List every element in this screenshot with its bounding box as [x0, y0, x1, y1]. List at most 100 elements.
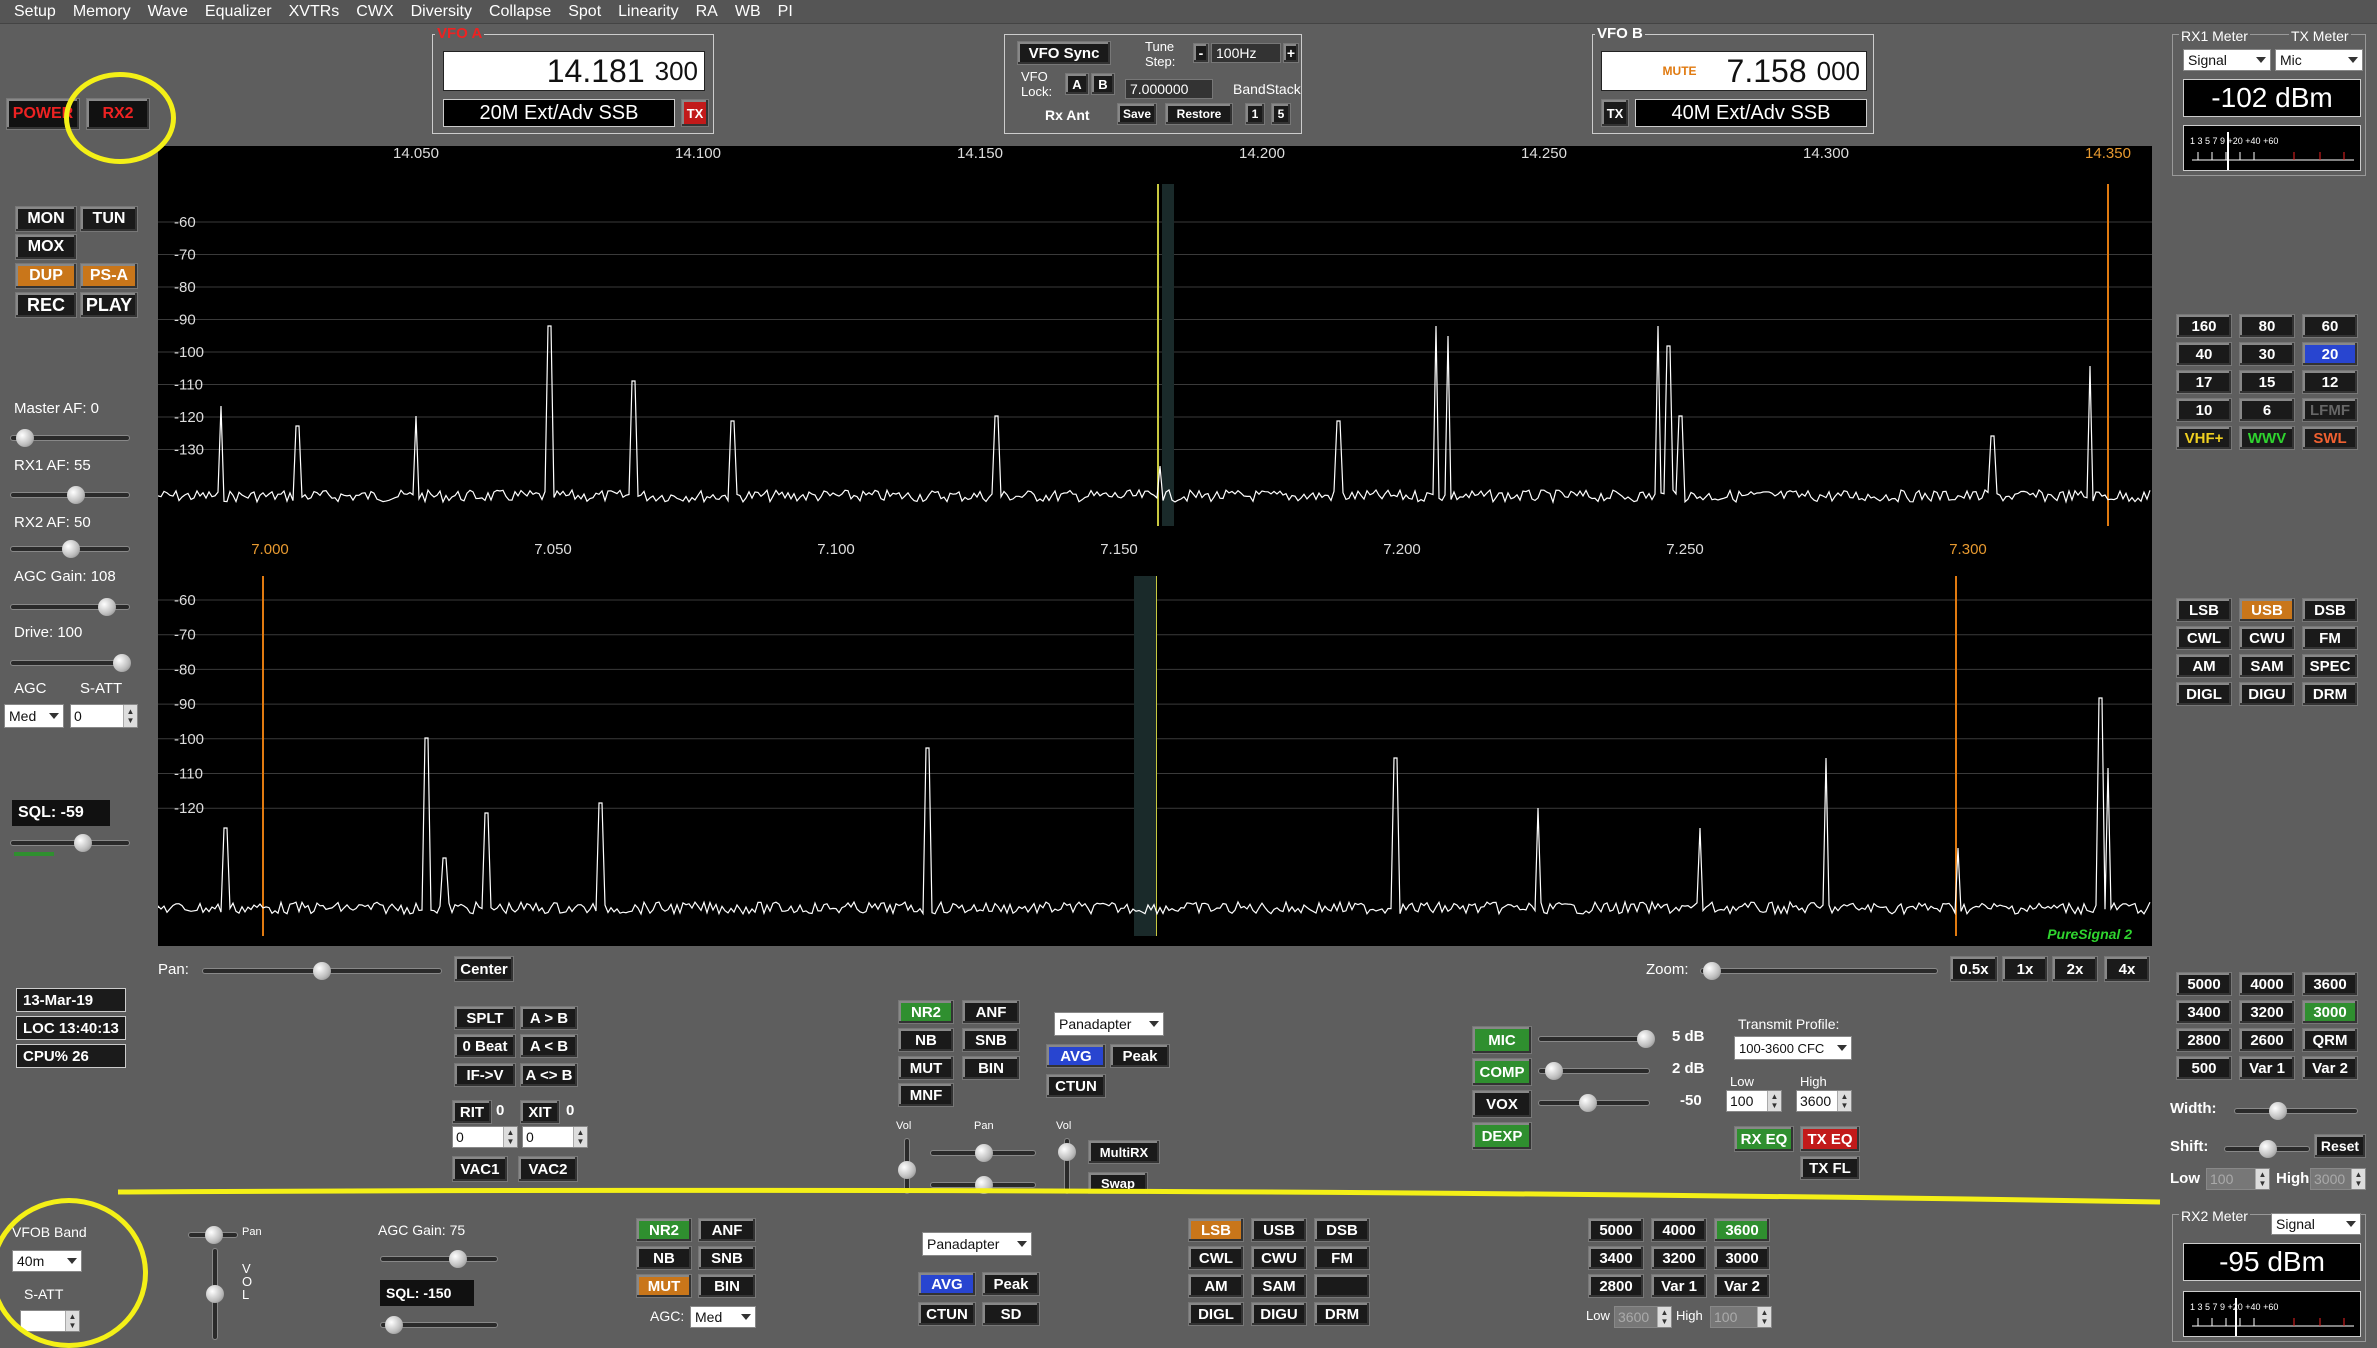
- zoom-4x-button[interactable]: 4x: [2104, 956, 2150, 982]
- rx1-display-select[interactable]: Panadapter: [1054, 1012, 1164, 1036]
- lock-freq-field[interactable]: 7.000000: [1125, 79, 1213, 99]
- rx2-filter-3600-button[interactable]: 3600: [1714, 1218, 1770, 1242]
- rx1-panadapter[interactable]: 14.050 14.100 14.150 14.200 14.250 14.300 14.3…: [157, 145, 2152, 536]
- rx2-anf-button[interactable]: ANF: [698, 1218, 756, 1242]
- rx1-meter-select[interactable]: Signal: [2183, 49, 2271, 71]
- menu-item-memory[interactable]: Memory: [69, 3, 144, 21]
- rit-button[interactable]: RIT: [452, 1100, 492, 1124]
- filter-3600-button[interactable]: 3600: [2302, 972, 2358, 996]
- rx2-filter-var-1-button[interactable]: Var 1: [1651, 1274, 1707, 1298]
- rx2-mode-digu-button[interactable]: DIGU: [1251, 1302, 1307, 1326]
- vox-button[interactable]: VOX: [1472, 1090, 1532, 1118]
- tx-high-field[interactable]: 3600 ▲ ▼: [1796, 1090, 1852, 1112]
- filter-3400-button[interactable]: 3400: [2176, 1000, 2232, 1024]
- menu-item-setup[interactable]: Setup: [10, 3, 69, 21]
- rx2-mode-lsb-button[interactable]: LSB: [1188, 1218, 1244, 1242]
- width-slider[interactable]: [2234, 1102, 2358, 1120]
- band-lfmf-button[interactable]: LFMF: [2302, 398, 2358, 422]
- mode-sam-button[interactable]: SAM: [2239, 654, 2295, 678]
- tx-meter-select[interactable]: Mic: [2275, 49, 2363, 71]
- rx1-af-slider[interactable]: [10, 486, 130, 504]
- menu-item-cwx[interactable]: CWX: [352, 3, 406, 21]
- bandstack-save-button[interactable]: Save: [1117, 103, 1157, 125]
- band-swl-button[interactable]: SWL: [2302, 426, 2358, 450]
- menu-item-wave[interactable]: Wave: [144, 3, 201, 21]
- xit-button[interactable]: XIT: [520, 1100, 560, 1124]
- mode-dsb-button[interactable]: DSB: [2302, 598, 2358, 622]
- spinner-icon[interactable]: ▲ ▼: [1757, 1307, 1771, 1327]
- snb-button[interactable]: SNB: [962, 1028, 1020, 1052]
- zoom-1x-button[interactable]: 1x: [2002, 956, 2048, 982]
- filter-3000-button[interactable]: 3000: [2302, 1000, 2358, 1024]
- zoom-slider[interactable]: [1700, 962, 1938, 980]
- rx2-bin-button[interactable]: BIN: [698, 1274, 756, 1298]
- mode-drm-button[interactable]: DRM: [2302, 682, 2358, 706]
- rx2-filter-3200-button[interactable]: 3200: [1651, 1246, 1707, 1270]
- spinner-icon[interactable]: ▲ ▼: [2351, 1169, 2365, 1189]
- bandstack-1-button[interactable]: 1: [1245, 103, 1265, 125]
- rx2-agc-gain-slider[interactable]: [380, 1250, 498, 1268]
- rx2-mode-fm-button[interactable]: FM: [1314, 1246, 1370, 1270]
- menu-item-equalizer[interactable]: Equalizer: [201, 3, 285, 21]
- swap-ab-button[interactable]: A <> B: [520, 1063, 578, 1087]
- rx2-af-slider[interactable]: [10, 540, 130, 558]
- spinner-icon[interactable]: ▲ ▼: [1837, 1091, 1851, 1111]
- xit-field[interactable]: 0 ▲ ▼: [522, 1126, 588, 1148]
- dexp-button[interactable]: DEXP: [1472, 1122, 1532, 1150]
- filter-500-button[interactable]: 500: [2176, 1056, 2232, 1080]
- menu-item-pi[interactable]: PI: [774, 3, 806, 21]
- band-15-button[interactable]: 15: [2239, 370, 2295, 394]
- shift-reset-button[interactable]: Reset: [2314, 1134, 2366, 1158]
- rx2-ctun-button[interactable]: CTUN: [918, 1302, 976, 1326]
- mut-button[interactable]: MUT: [898, 1056, 954, 1080]
- menu-item-wb[interactable]: WB: [731, 3, 774, 21]
- if-to-v-button[interactable]: IF->V: [454, 1063, 516, 1087]
- agc-select[interactable]: Med: [4, 704, 64, 728]
- rx2-mode-cwl-button[interactable]: CWL: [1188, 1246, 1244, 1270]
- filter-var-1-button[interactable]: Var 1: [2239, 1056, 2295, 1080]
- band-6-button[interactable]: 6: [2239, 398, 2295, 422]
- filter-qrm-button[interactable]: QRM: [2302, 1028, 2358, 1052]
- rx2-filter-2800-button[interactable]: 2800: [1588, 1274, 1644, 1298]
- band-10-button[interactable]: 10: [2176, 398, 2232, 422]
- rx2-meter-select[interactable]: Signal: [2271, 1213, 2361, 1235]
- rx2-mode-usb-button[interactable]: USB: [1251, 1218, 1307, 1242]
- spinner-icon[interactable]: ▲ ▼: [2255, 1169, 2269, 1189]
- pan-slider[interactable]: [202, 962, 442, 980]
- step-plus-button[interactable]: +: [1283, 43, 1299, 63]
- rx2-mode-digl-button[interactable]: DIGL: [1188, 1302, 1244, 1326]
- mode-cwl-button[interactable]: CWL: [2176, 626, 2232, 650]
- mode-usb-button[interactable]: USB: [2239, 598, 2295, 622]
- spinner-icon[interactable]: ▲ ▼: [123, 705, 137, 727]
- multirx-button[interactable]: MultiRX: [1088, 1140, 1160, 1164]
- step-minus-button[interactable]: -: [1193, 43, 1209, 63]
- swap-rx-button[interactable]: Swap: [1088, 1172, 1148, 1194]
- filter-4000-button[interactable]: 4000: [2239, 972, 2295, 996]
- rec-button[interactable]: REC: [15, 292, 77, 318]
- rit-field[interactable]: 0 ▲ ▼: [452, 1126, 518, 1148]
- menu-item-diversity[interactable]: Diversity: [407, 3, 485, 21]
- mode-digu-button[interactable]: DIGU: [2239, 682, 2295, 706]
- rx2-filter-high-field[interactable]: 100 ▲ ▼: [1710, 1306, 1772, 1328]
- mnf-button[interactable]: MNF: [898, 1083, 954, 1107]
- vfo-b-tx-button[interactable]: TX: [1601, 99, 1629, 127]
- comp-button[interactable]: COMP: [1472, 1058, 1532, 1086]
- mode-digl-button[interactable]: DIGL: [2176, 682, 2232, 706]
- shift-slider[interactable]: [2224, 1140, 2310, 1158]
- band-20-button[interactable]: 20: [2302, 342, 2358, 366]
- rx2-sd-button[interactable]: SD: [982, 1302, 1040, 1326]
- spinner-icon[interactable]: ▲ ▼: [573, 1127, 587, 1147]
- menu-item-xvtrs[interactable]: XVTRs: [285, 3, 353, 21]
- rx1-pan-slider[interactable]: [930, 1144, 1036, 1162]
- rx2-nr2-button[interactable]: NR2: [636, 1218, 692, 1242]
- rx2-panadapter[interactable]: 7.000 7.050 7.100 7.150 7.200 7.250 7.300 -60 -7…: [157, 536, 2152, 946]
- ctun-button[interactable]: CTUN: [1046, 1074, 1106, 1098]
- filter-5000-button[interactable]: 5000: [2176, 972, 2232, 996]
- menu-item-ra[interactable]: RA: [692, 3, 731, 21]
- mode-fm-button[interactable]: FM: [2302, 626, 2358, 650]
- a-to-b-button[interactable]: A > B: [520, 1006, 578, 1030]
- band-30-button[interactable]: 30: [2239, 342, 2295, 366]
- band-160-button[interactable]: 160: [2176, 314, 2232, 338]
- rx2-mode-am-button[interactable]: AM: [1188, 1274, 1244, 1298]
- rx2-mode-sam-button[interactable]: SAM: [1251, 1274, 1307, 1298]
